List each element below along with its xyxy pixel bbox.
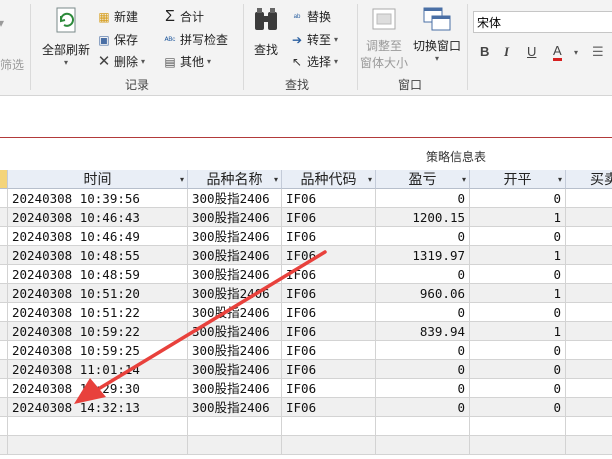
annotation-arrow <box>74 250 327 404</box>
annotation-arrow-shaft <box>98 250 327 390</box>
annotation-arrow-head <box>74 378 106 404</box>
